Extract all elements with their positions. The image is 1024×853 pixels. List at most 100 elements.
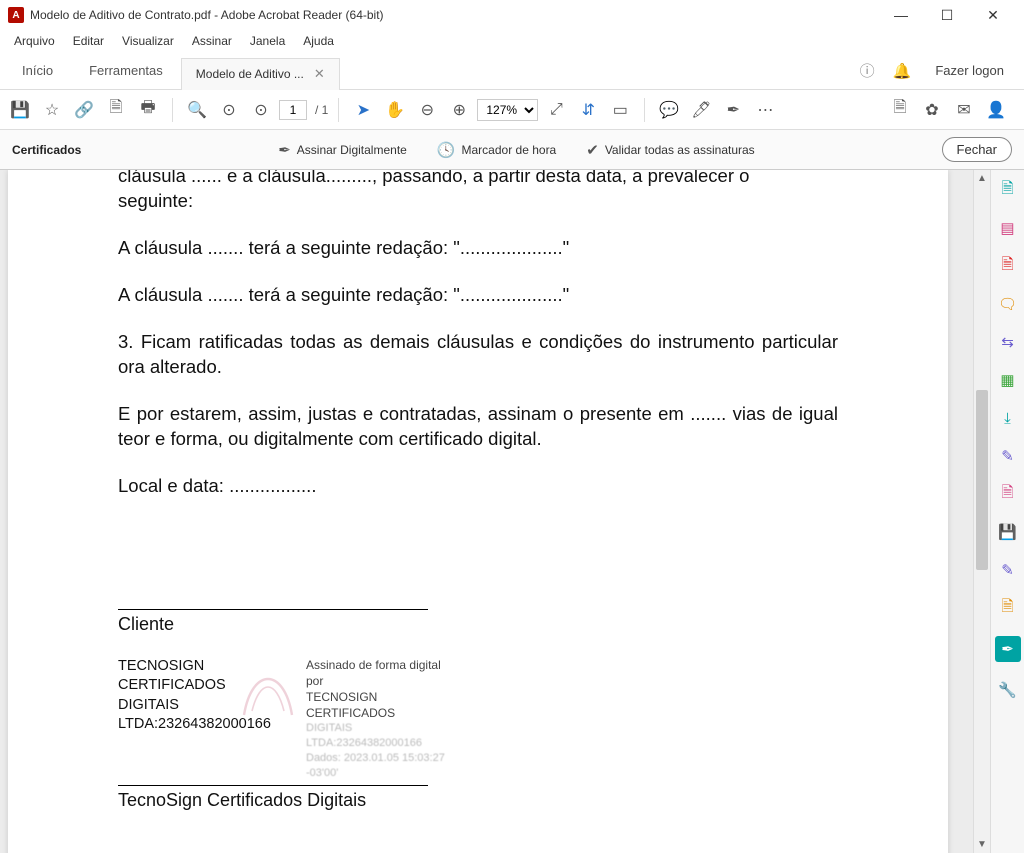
rail-redact-icon[interactable]: ✎ <box>998 446 1018 466</box>
scroll-up-arrow-icon[interactable]: ▲ <box>974 170 990 187</box>
signature-area: Cliente TECNOSIGN CERTIFICADOS DIGITAIS … <box>118 609 838 811</box>
pen-icon: ✒ <box>278 141 291 159</box>
page-down-icon[interactable]: ⊙ <box>247 96 275 124</box>
signature-detail-line: Assinado de forma digital por <box>306 657 458 689</box>
doc-paragraph-1: A cláusula ....... terá a seguinte redaç… <box>118 236 838 261</box>
account-icon[interactable]: 👤 <box>982 96 1010 124</box>
highlight-icon[interactable]: 🖊 <box>687 96 715 124</box>
document-viewport[interactable]: cláusula ...... e a cláusula........., p… <box>0 170 973 853</box>
zoom-select[interactable]: 127% <box>477 99 538 121</box>
help-icon[interactable]: ⓘ <box>860 60 875 81</box>
rail-organize-icon[interactable]: ▦ <box>998 370 1018 390</box>
maximize-button[interactable]: ☐ <box>924 0 970 30</box>
window-title: Modelo de Aditivo de Contrato.pdf - Adob… <box>30 8 878 22</box>
more-tools-icon[interactable]: ⋯ <box>751 96 779 124</box>
signature-detail-line: -03'00' <box>306 766 458 781</box>
doc-paragraph-0a: cláusula ...... e a cláusula........., p… <box>118 170 838 189</box>
zoom-in-icon[interactable]: ⊕ <box>445 96 473 124</box>
login-link[interactable]: Fazer logon <box>929 63 1004 78</box>
hand-tool-icon[interactable]: ✋ <box>381 96 409 124</box>
select-tool-icon[interactable]: ➤ <box>349 96 377 124</box>
signature-detail-line: Dados: 2023.01.05 15:03:27 <box>306 751 458 766</box>
create-pdf-icon[interactable]: 🗎 <box>886 96 914 124</box>
pdf-page: cláusula ...... e a cláusula........., p… <box>8 170 948 853</box>
validate-signatures-label: Validar todas as assinaturas <box>605 143 755 157</box>
timestamp-button[interactable]: 🕓 Marcador de hora <box>437 141 556 159</box>
check-pen-icon: ✔ <box>586 141 599 159</box>
rail-combine-icon[interactable]: ⇆ <box>998 332 1018 352</box>
signature-detail-line: TECNOSIGN CERTIFICADOS <box>306 689 458 721</box>
print-icon[interactable]: 🖶 <box>134 96 162 124</box>
signature-details: Assinado de forma digital por TECNOSIGN … <box>306 657 458 781</box>
certificates-bar: Certificados ✒ Assinar Digitalmente 🕓 Ma… <box>0 130 1024 170</box>
menu-assinar[interactable]: Assinar <box>184 32 240 50</box>
zoom-out-icon[interactable]: ⊖ <box>413 96 441 124</box>
sign-digitally-button[interactable]: ✒ Assinar Digitalmente <box>278 141 407 159</box>
app-icon: A <box>8 7 24 23</box>
fit-width-icon[interactable]: ⤢ <box>542 96 570 124</box>
doc-paragraph-0b: seguinte: <box>118 189 838 214</box>
page-number-input[interactable] <box>279 100 307 120</box>
doc-paragraph-5: Local e data: ................. <box>118 474 838 499</box>
share-icon[interactable]: 🔗 <box>70 96 98 124</box>
scroll-down-arrow-icon[interactable]: ▼ <box>974 836 990 853</box>
signature-client-label: Cliente <box>118 614 838 635</box>
page-total-label: / 1 <box>311 103 328 117</box>
star-icon[interactable]: ☆ <box>38 96 66 124</box>
rail-compress-icon[interactable]: ⤓ <box>998 408 1018 428</box>
scroll-mode-icon[interactable]: ⇵ <box>574 96 602 124</box>
rail-certificates-icon[interactable]: ✒ <box>995 636 1021 662</box>
page-up-icon[interactable]: ⊙ <box>215 96 243 124</box>
doc-paragraph-4: E por estarem, assim, justas e contratad… <box>118 402 838 452</box>
menu-editar[interactable]: Editar <box>65 32 112 50</box>
signature-company-label: TecnoSign Certificados Digitais <box>118 790 838 811</box>
clock-icon: 🕓 <box>437 141 456 159</box>
close-window-button[interactable]: ✕ <box>970 0 1016 30</box>
menubar: Arquivo Editar Visualizar Assinar Janela… <box>0 30 1024 52</box>
save-icon[interactable]: 💾 <box>6 96 34 124</box>
menu-ajuda[interactable]: Ajuda <box>295 32 342 50</box>
tab-document[interactable]: Modelo de Aditivo ... ✕ <box>181 58 340 90</box>
vertical-scrollbar[interactable]: ▲ ▼ <box>973 170 990 853</box>
window-controls: — ☐ ✕ <box>878 0 1016 30</box>
signature-rule-2 <box>118 785 428 786</box>
rail-sign-icon[interactable]: ✎ <box>998 560 1018 580</box>
menu-arquivo[interactable]: Arquivo <box>6 32 63 50</box>
rail-fill-sign-push-icon[interactable]: 💾 <box>998 522 1018 542</box>
bell-icon[interactable]: 🔔 <box>893 62 912 80</box>
lock-doc-icon[interactable]: 🗎 <box>102 96 130 124</box>
rail-protect-icon[interactable]: 🗎 <box>998 484 1018 504</box>
right-tool-rail: 🗎 ▤ 🗎 🗨 ⇆ ▦ ⤓ ✎ 🗎 💾 ✎ 🗎 ✒ 🔧 <box>990 170 1024 853</box>
menu-janela[interactable]: Janela <box>242 32 293 50</box>
sign-pen-icon[interactable]: ✒ <box>719 96 747 124</box>
tab-home[interactable]: Início <box>4 53 71 88</box>
find-icon[interactable]: 🔍 <box>183 96 211 124</box>
menu-visualizar[interactable]: Visualizar <box>114 32 182 50</box>
tab-document-label: Modelo de Aditivo ... <box>196 67 304 81</box>
rail-export-icon[interactable]: 🗎 <box>998 180 1018 200</box>
tab-close-icon[interactable]: ✕ <box>314 66 325 82</box>
comment-icon[interactable]: 💬 <box>655 96 683 124</box>
titlebar: A Modelo de Aditivo de Contrato.pdf - Ad… <box>0 0 1024 30</box>
read-mode-icon[interactable]: ▭ <box>606 96 634 124</box>
doc-paragraph-3: 3. Ficam ratificadas todas as demais clá… <box>118 330 838 380</box>
rail-comment-icon[interactable]: 🗨 <box>998 294 1018 314</box>
main-toolbar: 💾 ☆ 🔗 🗎 🖶 🔍 ⊙ ⊙ / 1 ➤ ✋ ⊖ ⊕ 127% ⤢ ⇵ ▭ 💬… <box>0 90 1024 130</box>
rail-edit-icon[interactable]: ▤ <box>998 218 1018 238</box>
close-certificates-button[interactable]: Fechar <box>942 137 1012 162</box>
rail-create-icon[interactable]: 🗎 <box>998 256 1018 276</box>
rail-more-tools-icon[interactable]: 🔧 <box>998 680 1018 700</box>
scrollbar-thumb[interactable] <box>976 390 988 570</box>
digital-signature-block[interactable]: TECNOSIGN CERTIFICADOS DIGITAIS LTDA:232… <box>118 657 458 781</box>
validate-signatures-button[interactable]: ✔ Validar todas as assinaturas <box>586 141 754 159</box>
signature-detail-line: DIGITAIS LTDA:23264382000166 <box>306 721 458 751</box>
workspace: cláusula ...... e a cláusula........., p… <box>0 170 1024 853</box>
email-icon[interactable]: ✉ <box>950 96 978 124</box>
rail-send-icon[interactable]: 🗎 <box>998 598 1018 618</box>
minimize-button[interactable]: — <box>878 0 924 30</box>
certificates-label: Certificados <box>12 143 91 157</box>
tab-tools[interactable]: Ferramentas <box>71 53 181 88</box>
stamp-icon[interactable]: ✿ <box>918 96 946 124</box>
tabs-row: Início Ferramentas Modelo de Aditivo ...… <box>0 52 1024 90</box>
timestamp-label: Marcador de hora <box>462 143 557 157</box>
